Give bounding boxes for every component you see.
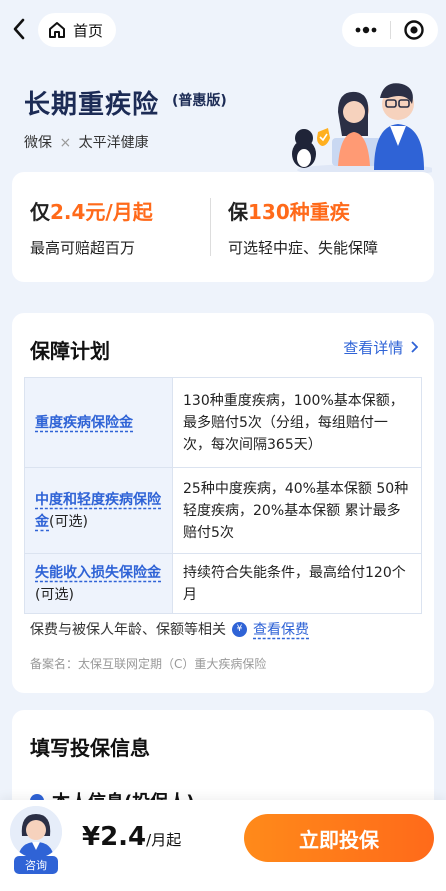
coverage-table: 重度疾病保险金 130种重度疾病，100%基本保额，最多赔付5次（分组，每组赔付… <box>24 377 422 614</box>
benefit-name-cell[interactable]: 中度和轻度疾病保险金(可选) <box>24 467 173 554</box>
view-details-label: 查看详情 <box>343 339 404 357</box>
benefit-desc-cell: 持续符合失能条件，最高给付120个月 <box>172 553 422 614</box>
premium-note-text: 保费与被保人年龄、保额等相关 <box>30 622 226 638</box>
bottom-price-amount: ¥2.4 <box>82 822 147 852</box>
brand-left: 微保 <box>24 135 52 151</box>
price-subtitle: 最高可赔超百万 <box>30 239 136 257</box>
coverage-subtitle: 可选轻中症、失能保障 <box>228 239 379 257</box>
product-tag: (普惠版) <box>172 93 227 109</box>
price-headline: 仅2.4元/月起 <box>30 196 153 225</box>
coverage-column: 保130种重疾 可选轻中症、失能保障 <box>228 196 378 258</box>
plan-title: 保障计划 <box>30 339 110 363</box>
product-title: 长期重疾险 <box>24 90 160 120</box>
top-nav-bar: 首页 <box>0 0 446 60</box>
bottom-price-unit: /月起 <box>146 831 182 849</box>
brand-sep: × <box>59 135 72 151</box>
home-icon <box>49 22 65 38</box>
benefit-name[interactable]: 失能收入损失保险金 <box>35 565 161 581</box>
more-button[interactable] <box>342 13 390 47</box>
mini-program-capsule <box>342 13 438 47</box>
yen-icon: ¥ <box>232 621 247 637</box>
target-close-icon <box>404 20 424 40</box>
benefit-desc-cell: 25种中度疾病，40%基本保额 50种轻度疾病，20%基本保额 累计最多赔付5次 <box>172 467 422 554</box>
price-highlight: 2.4元/月起 <box>50 200 153 224</box>
benefit-desc-cell: 130种重度疾病，100%基本保额，最多赔付5次（分组，每组赔付一次，每次间隔3… <box>172 377 422 468</box>
table-row: 失能收入损失保险金 (可选) 持续符合失能条件，最高给付120个月 <box>24 553 422 614</box>
bottom-action-bar: 咨询 ¥2.4/月起 立即投保 <box>0 800 446 891</box>
benefit-optional: (可选) <box>49 513 88 530</box>
coverage-prefix: 保 <box>228 200 248 224</box>
advisor-avatar <box>10 806 62 858</box>
more-dots-icon <box>355 26 377 34</box>
price-column: 仅2.4元/月起 最高可赔超百万 <box>30 196 153 258</box>
table-row: 重度疾病保险金 130种重度疾病，100%基本保额，最多赔付5次（分组，每组赔付… <box>24 377 422 468</box>
consult-label: 咨询 <box>14 856 58 874</box>
view-premium-link[interactable]: 查看保费 <box>253 619 309 639</box>
premium-note: 保费与被保人年龄、保额等相关 ¥ 查看保费 <box>30 619 309 639</box>
view-details-link[interactable]: 查看详情 <box>343 337 419 358</box>
benefit-name-cell[interactable]: 失能收入损失保险金 (可选) <box>24 553 173 614</box>
chevron-left-icon <box>13 18 25 40</box>
table-row: 中度和轻度疾病保险金(可选) 25种中度疾病，40%基本保额 50种轻度疾病，2… <box>24 467 422 554</box>
brand-line: 微保 × 太平洋健康 <box>24 132 149 152</box>
benefit-name[interactable]: 重度疾病保险金 <box>35 415 133 431</box>
benefit-name-cell[interactable]: 重度疾病保险金 <box>24 377 173 468</box>
brand-right: 太平洋健康 <box>78 135 149 151</box>
chevron-right-icon <box>411 341 419 353</box>
buy-now-button[interactable]: 立即投保 <box>244 814 434 862</box>
advisor-avatar-icon <box>10 806 62 858</box>
home-button[interactable]: 首页 <box>38 13 116 47</box>
coverage-plan-card: 保障计划 查看详情 重度疾病保险金 130种重度疾病，100%基本保额，最多赔付… <box>12 313 434 693</box>
home-label: 首页 <box>73 21 104 40</box>
price-highlight-card: 仅2.4元/月起 最高可赔超百万 保130种重疾 可选轻中症、失能保障 <box>12 172 434 282</box>
back-button[interactable] <box>6 14 32 44</box>
coverage-highlight: 130种重疾 <box>248 200 350 224</box>
filing-name: 备案名：太保互联网定期（C）重大疾病保险 <box>30 657 267 671</box>
family-illustration <box>292 83 432 174</box>
info-title: 填写投保信息 <box>30 736 150 760</box>
bottom-price: ¥2.4/月起 <box>82 822 181 852</box>
price-card-divider <box>210 198 211 256</box>
coverage-headline: 保130种重疾 <box>228 196 378 225</box>
close-button[interactable] <box>391 13 439 47</box>
benefit-optional: (可选) <box>35 586 74 603</box>
price-prefix: 仅 <box>30 200 50 224</box>
consult-button[interactable]: 咨询 <box>10 806 62 874</box>
hero-banner: 长期重疾险 (普惠版) 微保 × 太平洋健康 <box>0 60 446 175</box>
